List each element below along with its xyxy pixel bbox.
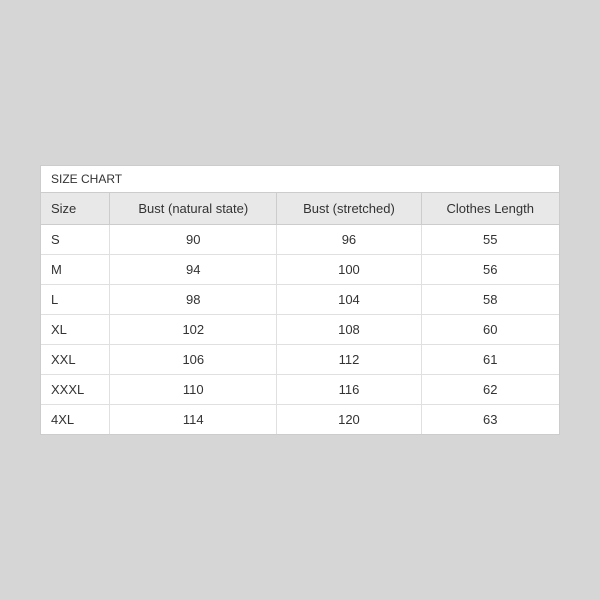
cell-size-3: XL (41, 315, 110, 345)
cell-clothes_length-3: 60 (421, 315, 559, 345)
col-header-bust-stretched: Bust (stretched) (277, 193, 421, 225)
size-chart-title: SIZE CHART (41, 166, 559, 193)
cell-clothes_length-6: 63 (421, 405, 559, 435)
cell-size-5: XXXL (41, 375, 110, 405)
cell-clothes_length-2: 58 (421, 285, 559, 315)
cell-clothes_length-0: 55 (421, 225, 559, 255)
cell-bust_natural-2: 98 (110, 285, 277, 315)
table-row: M9410056 (41, 255, 559, 285)
cell-bust_natural-5: 110 (110, 375, 277, 405)
cell-bust_stretched-1: 100 (277, 255, 421, 285)
table-row: 4XL11412063 (41, 405, 559, 435)
cell-bust_natural-4: 106 (110, 345, 277, 375)
col-header-clothes-length: Clothes Length (421, 193, 559, 225)
col-header-bust-natural: Bust (natural state) (110, 193, 277, 225)
cell-bust_natural-0: 90 (110, 225, 277, 255)
cell-size-2: L (41, 285, 110, 315)
cell-size-6: 4XL (41, 405, 110, 435)
table-row: L9810458 (41, 285, 559, 315)
cell-size-0: S (41, 225, 110, 255)
col-header-size: Size (41, 193, 110, 225)
cell-size-1: M (41, 255, 110, 285)
cell-bust_natural-3: 102 (110, 315, 277, 345)
cell-bust_stretched-3: 108 (277, 315, 421, 345)
size-chart-table: Size Bust (natural state) Bust (stretche… (41, 193, 559, 434)
table-row: XL10210860 (41, 315, 559, 345)
table-header-row: Size Bust (natural state) Bust (stretche… (41, 193, 559, 225)
cell-clothes_length-1: 56 (421, 255, 559, 285)
cell-bust_stretched-0: 96 (277, 225, 421, 255)
cell-size-4: XXL (41, 345, 110, 375)
cell-clothes_length-4: 61 (421, 345, 559, 375)
table-row: S909655 (41, 225, 559, 255)
cell-bust_stretched-4: 112 (277, 345, 421, 375)
cell-clothes_length-5: 62 (421, 375, 559, 405)
cell-bust_stretched-6: 120 (277, 405, 421, 435)
size-chart-container: SIZE CHART Size Bust (natural state) Bus… (40, 165, 560, 435)
table-row: XXL10611261 (41, 345, 559, 375)
table-row: XXXL11011662 (41, 375, 559, 405)
cell-bust_natural-1: 94 (110, 255, 277, 285)
cell-bust_natural-6: 114 (110, 405, 277, 435)
cell-bust_stretched-5: 116 (277, 375, 421, 405)
cell-bust_stretched-2: 104 (277, 285, 421, 315)
